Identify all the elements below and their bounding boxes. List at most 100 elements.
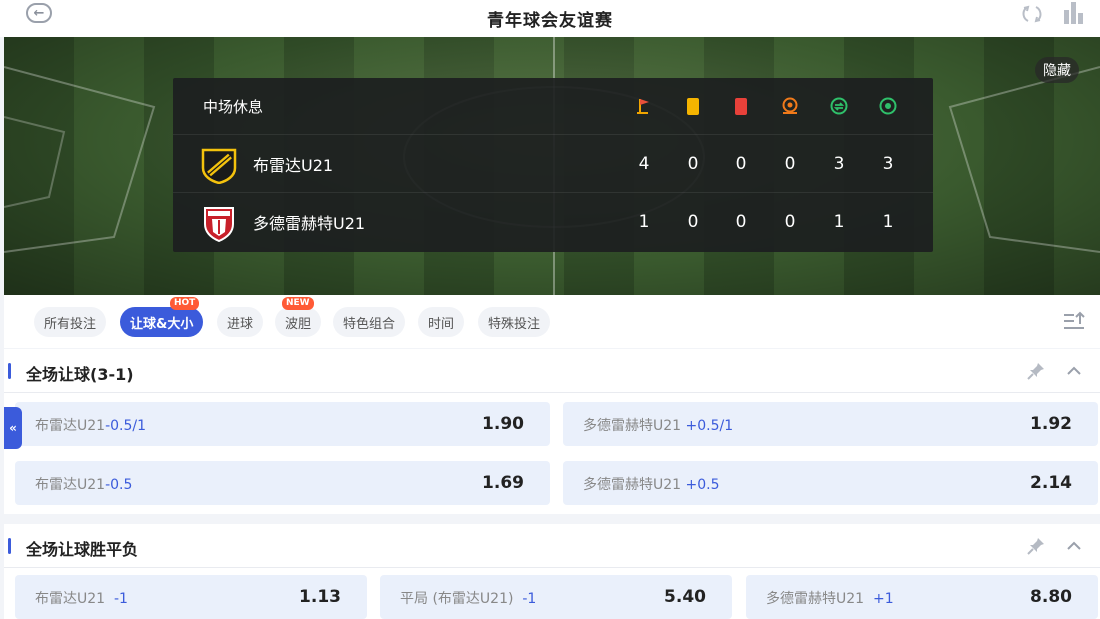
handicap-line: -1 bbox=[113, 591, 128, 607]
odds-label: 平局 (布雷达U21) -1 bbox=[400, 588, 536, 608]
home-team-name: 布雷达U21 bbox=[253, 155, 334, 175]
back-button[interactable]: ← bbox=[26, 3, 52, 23]
home-substitutions: 3 bbox=[833, 153, 845, 174]
market-tabs: 所有投注 HOT 让球&大小 进球 NEW 波胆 特色组合 时间 特殊投注 bbox=[4, 295, 1100, 348]
tab-label: 特殊投注 bbox=[488, 316, 541, 332]
yellow-card-icon bbox=[678, 96, 708, 116]
odds-value: 8.80 bbox=[1030, 587, 1072, 607]
selection-team: 平局 (布雷达U21) bbox=[400, 591, 514, 607]
odds-cell[interactable]: 多德雷赫特U21 +1 8.80 bbox=[746, 575, 1098, 619]
section-divider bbox=[4, 514, 1100, 524]
scoreboard: 中场休息 布雷达U21 4 0 0 0 3 3 多德雷赫特U21 1 0 0 0… bbox=[173, 78, 933, 252]
handicap-line: +0.5/1 bbox=[685, 418, 734, 434]
home-penalties: 0 bbox=[784, 153, 796, 174]
refresh-icon[interactable] bbox=[1020, 4, 1044, 24]
odds-value: 5.40 bbox=[664, 587, 706, 607]
odds-cell[interactable]: 多德雷赫特U21 +0.5/1 1.92 bbox=[563, 402, 1098, 446]
pin-icon[interactable] bbox=[1026, 536, 1046, 556]
section-header-handicap-1x2[interactable]: 全场让球胜平负 bbox=[4, 524, 1100, 568]
section-body-handicap-1x2: 布雷达U21 -1 1.13 平局 (布雷达U21) -1 5.40 多德雷赫特… bbox=[4, 568, 1100, 619]
handicap-line: -0.5/1 bbox=[105, 418, 147, 434]
penalty-icon bbox=[775, 96, 805, 116]
odds-cell[interactable]: 多德雷赫特U21 +0.5 2.14 bbox=[563, 461, 1098, 505]
odds-value: 1.13 bbox=[299, 587, 341, 607]
chevron-up-icon[interactable] bbox=[1064, 361, 1084, 381]
selection-team: 布雷达U21 bbox=[35, 591, 106, 607]
odds-cell[interactable]: 平局 (布雷达U21) -1 5.40 bbox=[380, 575, 732, 619]
odds-label: 布雷达U21-0.5 bbox=[35, 474, 132, 494]
odds-label: 多德雷赫特U21 +0.5 bbox=[583, 474, 720, 494]
section-accent-bar bbox=[8, 538, 11, 554]
handicap-line: -1 bbox=[522, 591, 537, 607]
selection-team: 多德雷赫特U21 bbox=[766, 591, 865, 607]
away-team-logo bbox=[204, 206, 234, 242]
page-title: 青年球会友谊赛 bbox=[487, 11, 613, 31]
odds-cell[interactable]: 布雷达U21 -1 1.13 bbox=[15, 575, 367, 619]
odds-label: 多德雷赫特U21 +0.5/1 bbox=[583, 415, 733, 435]
hide-button[interactable]: 隐藏 bbox=[1035, 57, 1079, 83]
away-yellow-cards: 0 bbox=[687, 211, 699, 232]
tab-label: 特色组合 bbox=[343, 316, 396, 332]
selection-team: 布雷达U21 bbox=[35, 418, 106, 434]
section-accent-bar bbox=[8, 363, 11, 379]
odds-label: 布雷达U21 -1 bbox=[35, 588, 128, 608]
selection-team: 多德雷赫特U21 bbox=[583, 477, 682, 493]
collapse-all-icon[interactable] bbox=[1062, 309, 1086, 333]
substitution-icon bbox=[824, 96, 854, 116]
handicap-line: +0.5 bbox=[685, 477, 720, 493]
away-goals: 1 bbox=[882, 211, 894, 232]
tab-goals[interactable]: 进球 bbox=[217, 307, 264, 337]
tab-label: 所有投注 bbox=[44, 316, 97, 332]
handicap-line: -0.5 bbox=[105, 477, 133, 493]
odds-value: 1.90 bbox=[482, 414, 524, 434]
statistics-icon[interactable] bbox=[1062, 2, 1086, 24]
tab-label: 进球 bbox=[227, 316, 254, 332]
odds-value: 1.69 bbox=[482, 473, 524, 493]
tab-correct-score[interactable]: NEW 波胆 bbox=[275, 297, 322, 337]
home-corners: 4 bbox=[638, 153, 650, 174]
odds-value: 2.14 bbox=[1030, 473, 1072, 493]
away-substitutions: 1 bbox=[833, 211, 845, 232]
team-row-away: 多德雷赫特U21 1 0 0 0 1 1 bbox=[173, 192, 933, 250]
tab-special-combos[interactable]: 特色组合 bbox=[333, 307, 406, 337]
away-corners: 1 bbox=[638, 211, 650, 232]
hot-badge: HOT bbox=[170, 297, 200, 310]
handicap-line: +1 bbox=[872, 591, 894, 607]
corner-flag-icon bbox=[629, 96, 659, 116]
section-title: 全场让球(3-1) bbox=[26, 365, 134, 384]
scoreboard-header: 中场休息 bbox=[173, 78, 933, 134]
tab-handicap-over-under[interactable]: HOT 让球&大小 bbox=[120, 297, 204, 337]
tab-label: 时间 bbox=[428, 316, 455, 332]
goal-icon bbox=[873, 96, 903, 116]
section-header-handicap[interactable]: 全场让球(3-1) bbox=[4, 349, 1100, 393]
home-team-logo bbox=[201, 148, 237, 184]
away-team-name: 多德雷赫特U21 bbox=[253, 213, 366, 233]
tab-time[interactable]: 时间 bbox=[418, 307, 465, 337]
odds-value: 1.92 bbox=[1030, 414, 1072, 434]
home-goals: 3 bbox=[882, 153, 894, 174]
side-panel-toggle[interactable]: « bbox=[4, 407, 22, 449]
back-arrow-icon: ← bbox=[33, 5, 45, 21]
section-body-handicap: 布雷达U21-0.5/1 1.90 多德雷赫特U21 +0.5/1 1.92 布… bbox=[4, 393, 1100, 514]
away-red-cards: 0 bbox=[735, 211, 747, 232]
selection-team: 多德雷赫特U21 bbox=[583, 418, 682, 434]
chevron-up-icon[interactable] bbox=[1064, 536, 1084, 556]
tab-label: 波胆 bbox=[285, 316, 312, 332]
odds-cell[interactable]: 布雷达U21-0.5/1 1.90 bbox=[15, 402, 550, 446]
odds-label: 布雷达U21-0.5/1 bbox=[35, 415, 146, 435]
pin-icon[interactable] bbox=[1026, 361, 1046, 381]
odds-cell[interactable]: 布雷达U21-0.5 1.69 bbox=[15, 461, 550, 505]
section-title: 全场让球胜平负 bbox=[26, 540, 139, 559]
home-red-cards: 0 bbox=[735, 153, 747, 174]
match-status: 中场休息 bbox=[203, 97, 264, 116]
away-penalties: 0 bbox=[784, 211, 796, 232]
home-yellow-cards: 0 bbox=[687, 153, 699, 174]
new-badge: NEW bbox=[282, 297, 314, 310]
tab-label: 让球&大小 bbox=[130, 316, 194, 332]
odds-label: 多德雷赫特U21 +1 bbox=[766, 588, 894, 608]
tab-all-bets[interactable]: 所有投注 bbox=[34, 307, 107, 337]
team-row-home: 布雷达U21 4 0 0 0 3 3 bbox=[173, 134, 933, 192]
tab-special-bets[interactable]: 特殊投注 bbox=[478, 307, 551, 337]
red-card-icon bbox=[726, 96, 756, 116]
top-bar: ← 青年球会友谊赛 bbox=[0, 0, 1100, 37]
